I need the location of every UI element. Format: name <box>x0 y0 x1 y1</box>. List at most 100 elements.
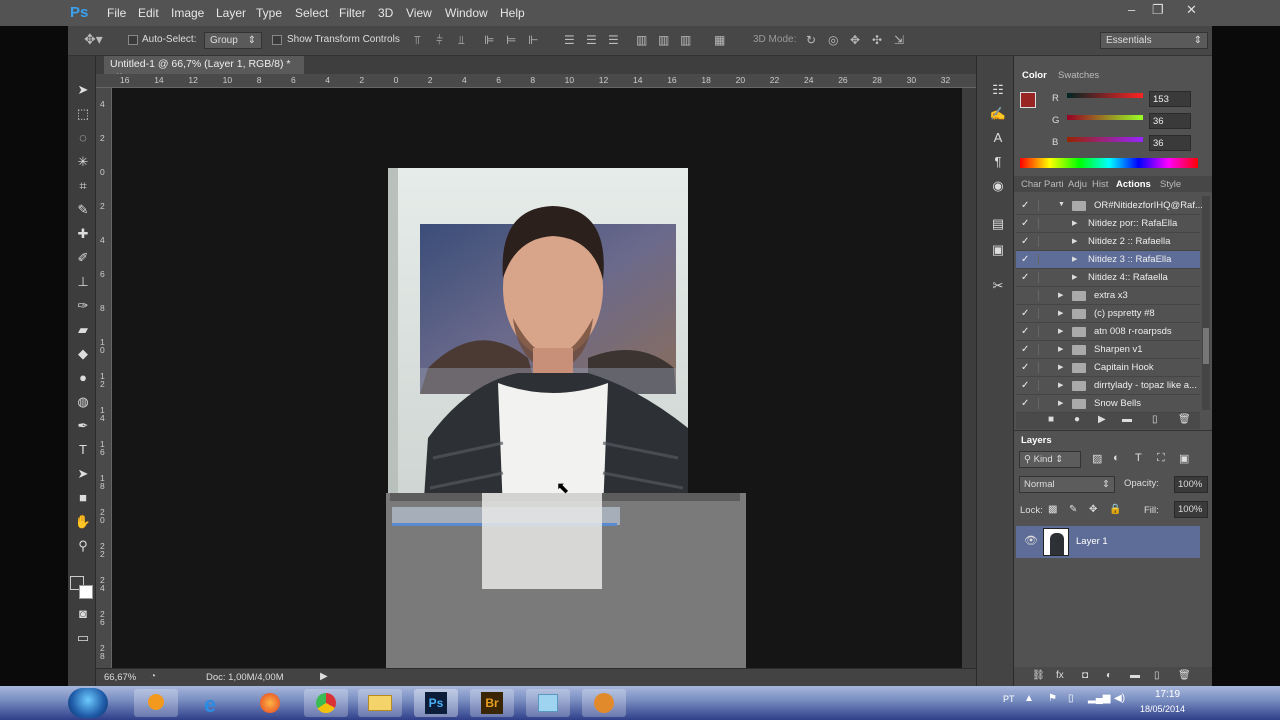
distribute-bottom-icon[interactable]: ☰ <box>608 33 619 47</box>
app-taskbar-icon[interactable] <box>526 689 570 717</box>
brush-presets-icon[interactable]: ✍ <box>987 106 1009 124</box>
type-tool-icon[interactable]: T <box>72 442 94 460</box>
fill-value[interactable]: 100% <box>1174 501 1208 518</box>
action-check-icon[interactable]: ✓ <box>1021 362 1029 373</box>
minimize-button[interactable]: – <box>1128 2 1135 17</box>
gimp-taskbar-icon[interactable] <box>582 689 626 717</box>
menu-window[interactable]: Window <box>445 6 488 20</box>
dialog-toggle-box[interactable] <box>1038 362 1048 373</box>
3d-panel-icon[interactable]: ◉ <box>987 178 1009 196</box>
action-check-icon[interactable]: ✓ <box>1021 218 1029 229</box>
menu-select[interactable]: Select <box>295 6 328 20</box>
align-top-icon[interactable]: ⫪ <box>414 33 421 48</box>
align-vcenter-icon[interactable]: ⫩ <box>436 33 443 48</box>
close-button[interactable]: ✕ <box>1186 2 1197 18</box>
collapsed-triangle-icon[interactable]: ▶ <box>1058 363 1063 371</box>
zoom-level[interactable]: 66,67% <box>104 672 136 683</box>
screen-mode-icon[interactable]: ▭ <box>72 630 94 648</box>
align-bottom-icon[interactable]: ⫫ <box>458 33 465 48</box>
b-slider[interactable] <box>1067 137 1143 142</box>
network-icon[interactable]: ▂▄▆ <box>1088 693 1110 704</box>
menu-help[interactable]: Help <box>500 6 525 20</box>
dialog-toggle-box[interactable] <box>1038 326 1048 337</box>
move-tool-icon[interactable]: ➤ <box>72 82 94 100</box>
dialog-toggle-box[interactable] <box>1038 308 1048 319</box>
lock-transparent-icon[interactable]: ▩ <box>1048 504 1057 515</box>
photoshop-taskbar-icon[interactable]: Ps <box>414 689 458 717</box>
show-transform-checkbox[interactable] <box>272 35 282 45</box>
collapsed-triangle-icon[interactable]: ▶ <box>1072 219 1077 227</box>
tab-actions[interactable]: Actions <box>1116 179 1151 190</box>
action-check-icon[interactable]: ✓ <box>1021 380 1029 391</box>
action-check-icon[interactable]: ✓ <box>1021 308 1029 319</box>
3d-slide-icon[interactable]: ✣ <box>872 33 882 47</box>
tab-adjustments[interactable]: Adju <box>1068 179 1087 190</box>
r-slider[interactable] <box>1067 93 1143 98</box>
menu-view[interactable]: View <box>406 6 432 20</box>
action-row[interactable]: ✓ ▶ dirrtylady - topaz like a... <box>1016 377 1200 395</box>
restore-button[interactable]: ❐ <box>1152 2 1164 18</box>
clock-time[interactable]: 17:19 <box>1155 689 1180 700</box>
properties-panel-icon[interactable]: ▤ <box>987 216 1009 234</box>
align-left-icon[interactable]: ⊫ <box>484 33 494 47</box>
r-value[interactable]: 153 <box>1149 91 1191 107</box>
chrome-taskbar-icon[interactable] <box>304 689 348 717</box>
adjustment-layer-icon[interactable]: ◐ <box>1106 670 1112 681</box>
auto-select-dropdown[interactable]: Group ⇕ <box>204 32 262 49</box>
dialog-toggle-box[interactable] <box>1038 200 1048 211</box>
collapsed-triangle-icon[interactable]: ▶ <box>1058 399 1063 407</box>
g-slider[interactable] <box>1067 115 1143 120</box>
menu-type[interactable]: Type <box>256 6 282 20</box>
workspace-dropdown[interactable]: Essentials ⇕ <box>1100 32 1208 49</box>
new-group-icon[interactable]: ▬ <box>1130 670 1140 681</box>
layer-name[interactable]: Layer 1 <box>1076 536 1108 547</box>
new-action-icon[interactable]: ▯ <box>1152 414 1158 425</box>
crop-tool-icon[interactable]: ⌗ <box>72 178 94 196</box>
dodge-tool-icon[interactable]: ◍ <box>72 394 94 412</box>
b-value[interactable]: 36 <box>1149 135 1191 151</box>
action-row[interactable]: ✓ ▶ Sharpen v1 <box>1016 341 1200 359</box>
lock-image-icon[interactable]: ✎ <box>1069 504 1077 515</box>
pixel-filter-icon[interactable]: ▨ <box>1092 452 1102 465</box>
tool-presets-icon[interactable]: ✂ <box>987 278 1009 296</box>
action-check-icon[interactable]: ✓ <box>1021 254 1029 265</box>
status-menu-arrow[interactable]: ▶ <box>320 671 328 682</box>
filter-kind-dropdown[interactable]: ⚲ Kind ⇕ <box>1019 451 1081 468</box>
tab-styles[interactable]: Style <box>1160 179 1181 190</box>
dialog-toggle-box[interactable] <box>1038 236 1048 247</box>
brush-tool-icon[interactable]: ✐ <box>72 250 94 268</box>
lasso-tool-icon[interactable]: ◌ <box>72 130 94 148</box>
history-brush-tool-icon[interactable]: ✑ <box>72 298 94 316</box>
record-icon[interactable]: ● <box>1074 414 1080 425</box>
dialog-toggle-box[interactable] <box>1038 290 1048 301</box>
distribute-right-icon[interactable]: ▥ <box>680 33 691 47</box>
menu-3d[interactable]: 3D <box>378 6 393 20</box>
auto-align-icon[interactable]: ▦ <box>714 33 725 47</box>
link-layers-icon[interactable]: ⛓ <box>1032 670 1045 681</box>
type-filter-icon[interactable]: T <box>1135 452 1142 464</box>
smart-object-filter-icon[interactable]: ▣ <box>1179 452 1189 465</box>
collapsed-triangle-icon[interactable]: ▶ <box>1058 381 1063 389</box>
action-row[interactable]: ✓ ▶ Nitidez 2 :: Rafaella <box>1016 233 1200 251</box>
trash-icon[interactable]: 🗑 <box>1178 414 1191 425</box>
dialog-toggle-box[interactable] <box>1038 218 1048 229</box>
fx-icon[interactable]: fx <box>1056 670 1064 681</box>
dialog-toggle-box[interactable] <box>1038 380 1048 391</box>
add-mask-icon[interactable]: ◘ <box>1082 670 1088 681</box>
action-row[interactable]: ✓ ▶ Nitidez 4:: Rafaella <box>1016 269 1200 287</box>
dialog-toggle-box[interactable] <box>1038 254 1048 265</box>
tab-paths[interactable]: Parti <box>1044 179 1064 190</box>
action-check-icon[interactable]: ✓ <box>1021 272 1029 283</box>
volume-icon[interactable]: ◀) <box>1114 693 1125 704</box>
g-value[interactable]: 36 <box>1149 113 1191 129</box>
actions-scrollbar[interactable] <box>1202 196 1210 410</box>
menu-filter[interactable]: Filter <box>339 6 366 20</box>
adjustment-filter-icon[interactable]: ◐ <box>1113 452 1120 464</box>
language-indicator[interactable]: PT <box>1003 694 1015 704</box>
move-tool-preset-icon[interactable]: ✥▾ <box>84 31 103 48</box>
lock-position-icon[interactable]: ✥ <box>1089 504 1097 515</box>
dialog-toggle-box[interactable] <box>1038 344 1048 355</box>
action-row[interactable]: ✓ ▼ OR#NitidezforIHQ@Raf... <box>1016 197 1203 215</box>
distribute-left-icon[interactable]: ▥ <box>636 33 647 47</box>
start-button[interactable] <box>68 688 108 718</box>
